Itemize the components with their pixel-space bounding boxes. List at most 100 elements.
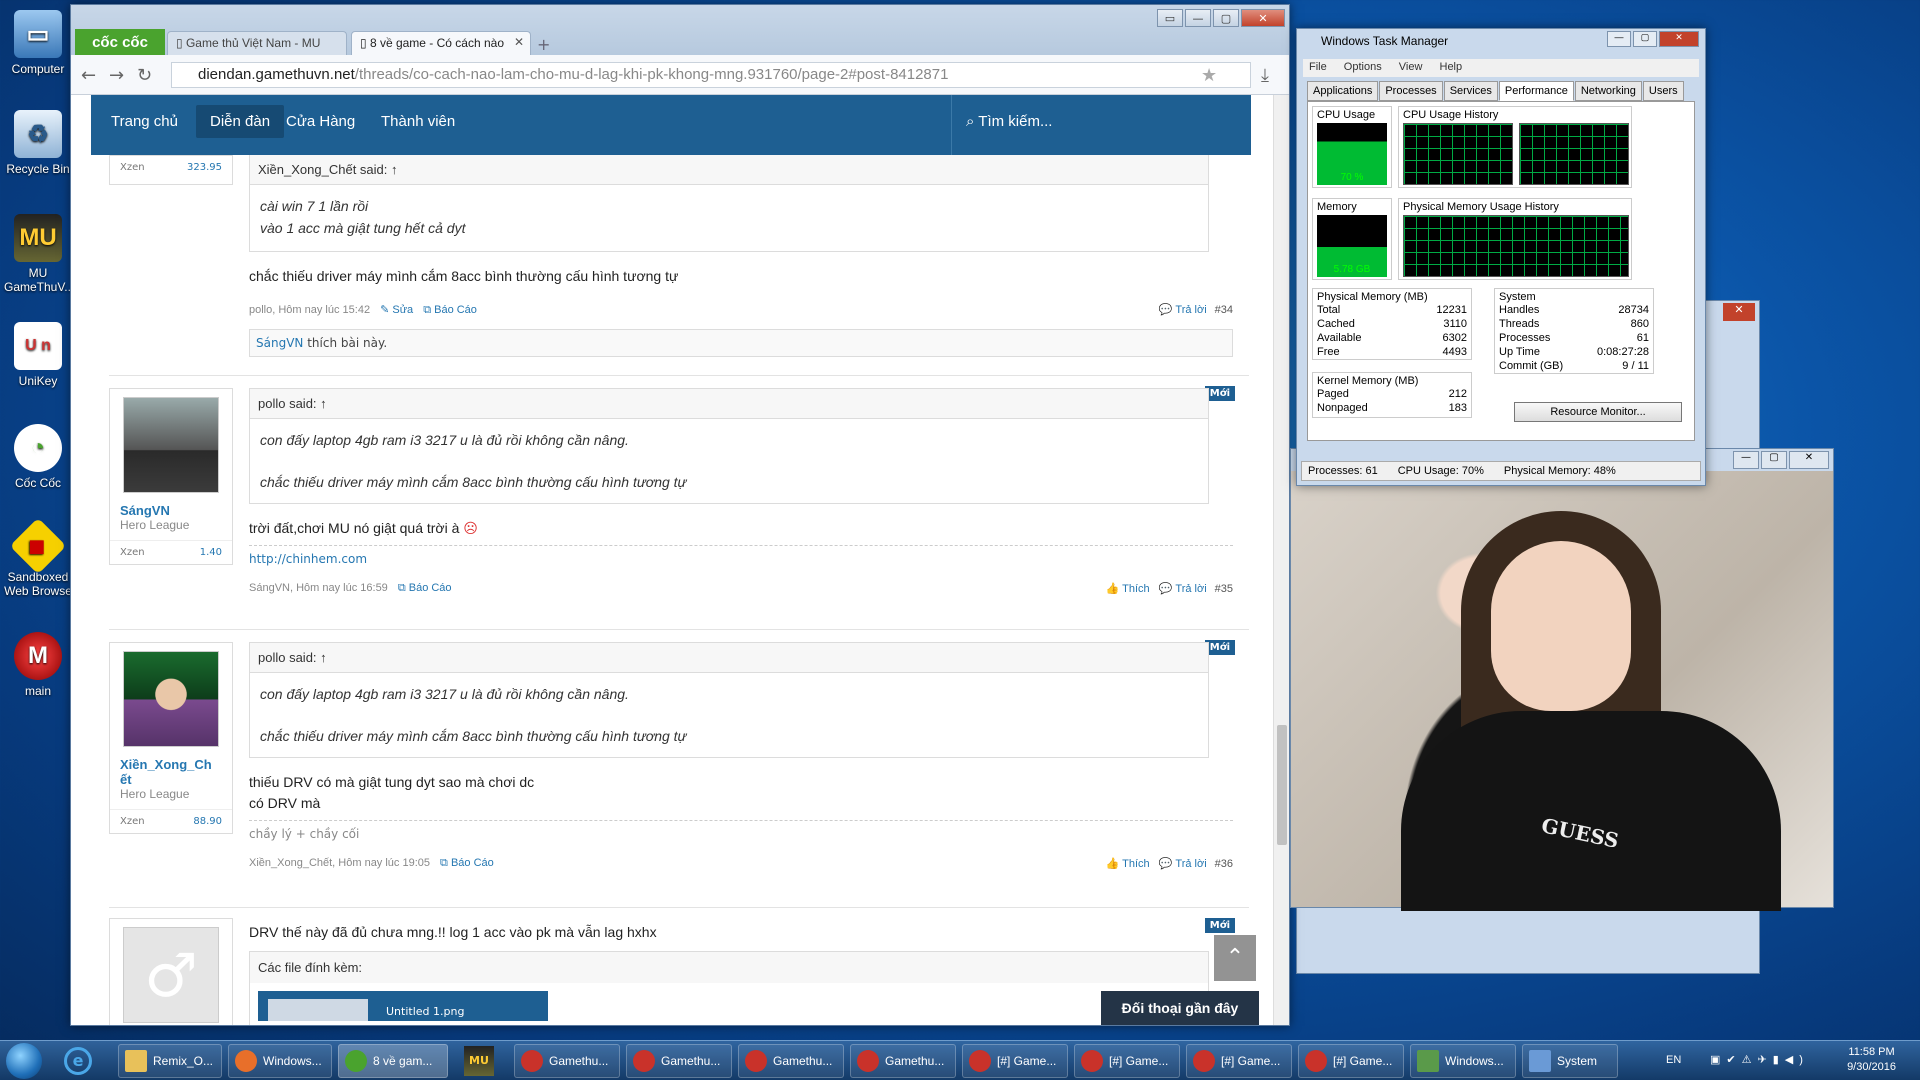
language-indicator[interactable]: EN	[1666, 1054, 1681, 1066]
scrollbar[interactable]	[1273, 95, 1289, 1025]
reply-link[interactable]: 💬 Trả lời	[1159, 583, 1207, 595]
taskbar-item-game-1[interactable]: Gamethu...	[514, 1044, 620, 1078]
report-link[interactable]: ⧉ Báo Cáo	[398, 582, 452, 594]
resource-monitor-button[interactable]: Resource Monitor...	[1514, 402, 1682, 422]
clock[interactable]: 11:58 PM 9/30/2016	[1847, 1045, 1896, 1075]
tab-close-icon[interactable]: ✕	[514, 35, 524, 49]
ie-icon[interactable]: e	[64, 1047, 92, 1075]
tab-performance[interactable]: Performance	[1498, 81, 1574, 101]
taskbar-item-game-2[interactable]: Gamethu...	[626, 1044, 732, 1078]
signature-link[interactable]: http://chinhem.com	[249, 545, 1233, 566]
taskbar-item-game-7[interactable]: [#] Game...	[1186, 1044, 1292, 1078]
taskbar-item-game-8[interactable]: [#] Game...	[1298, 1044, 1404, 1078]
forward-icon[interactable]: →	[109, 65, 124, 86]
desktop-icon-coccoc[interactable]: ◔ Cốc Cốc	[4, 424, 72, 490]
username[interactable]: Xiền_Xong_Ch ết	[110, 757, 232, 787]
like-link[interactable]: 👍 Thích	[1106, 858, 1150, 870]
desktop-icon-unikey[interactable]: U n UniKey	[4, 322, 72, 388]
reply-link[interactable]: 💬 Trả lời	[1159, 304, 1207, 316]
nav-home[interactable]: Trang chủ	[111, 113, 178, 130]
attachment-file[interactable]: Untitled 1.png	[258, 991, 548, 1021]
video-window: — ▢ ✕ GUESS	[1290, 448, 1834, 911]
quote-author[interactable]: pollo said: ↑	[250, 643, 1208, 673]
post-number[interactable]: #35	[1215, 583, 1233, 595]
like-user-link[interactable]: SángVN	[256, 336, 303, 350]
desktop-icon-main[interactable]: M main	[4, 632, 72, 698]
taskbar-item-media[interactable]: Windows...	[228, 1044, 332, 1078]
tab-users[interactable]: Users	[1642, 81, 1684, 101]
menu-file[interactable]: File	[1309, 61, 1327, 73]
tab-gamethu[interactable]: ▯ Game thủ Việt Nam - MU	[167, 31, 347, 55]
taskbar-item-task-manager[interactable]: Windows...	[1410, 1044, 1516, 1078]
url-input[interactable]: diendan.gamethuvn.net/threads/co-cach-na…	[171, 62, 1251, 88]
download-icon[interactable]: ⤓	[1261, 65, 1269, 86]
minimize-icon[interactable]: —	[1185, 9, 1211, 27]
minimize-icon[interactable]: —	[1607, 31, 1631, 47]
tab-applications[interactable]: Applications	[1307, 81, 1379, 101]
minimize-icon[interactable]: —	[1733, 451, 1759, 469]
cpu-history-graph-2	[1519, 123, 1629, 185]
desktop-icon-mu[interactable]: MU MU GameThuV...	[4, 214, 74, 294]
maximize-icon[interactable]: ▢	[1761, 451, 1787, 469]
star-icon[interactable]: ★	[1201, 65, 1217, 86]
desktop-icon-recycle-bin[interactable]: ♻ Recycle Bin	[4, 110, 72, 176]
like-link[interactable]: 👍 Thích	[1106, 583, 1150, 595]
quote-author[interactable]: pollo said: ↑	[250, 389, 1208, 419]
back-to-top-button[interactable]: ⌃	[1214, 935, 1256, 981]
nav-members[interactable]: Thành viên	[381, 113, 455, 130]
edit-link[interactable]: ✎ Sửa	[380, 304, 413, 316]
nav-forum[interactable]: Diễn đàn	[196, 105, 285, 138]
report-link[interactable]: ⧉ Báo Cáo	[423, 304, 477, 316]
taskbar-item-game-4[interactable]: Gamethu...	[850, 1044, 956, 1078]
menu-options[interactable]: Options	[1344, 61, 1382, 73]
avatar[interactable]	[123, 397, 219, 493]
nav-store[interactable]: Cửa Hàng	[286, 113, 355, 130]
tray-icons[interactable]: ▣✔⚠✈▮◀)	[1710, 1053, 1809, 1066]
taskbar-item-game-5[interactable]: [#] Game...	[962, 1044, 1068, 1078]
taskbar-item-game-6[interactable]: [#] Game...	[1074, 1044, 1180, 1078]
avatar[interactable]	[123, 651, 219, 747]
tab-processes[interactable]: Processes	[1379, 81, 1443, 101]
desktop-icon-sandboxed[interactable]: ◆ Sandboxed Web Browse	[4, 517, 72, 598]
menu-view[interactable]: View	[1399, 61, 1423, 73]
close-icon[interactable]: ✕	[1723, 303, 1755, 321]
desktop-icon-computer[interactable]: ▭ Computer	[4, 10, 72, 76]
default-avatar-icon[interactable]: ♂	[123, 927, 219, 1023]
post-number[interactable]: #36	[1215, 858, 1233, 870]
taskbar-item-system[interactable]: System	[1522, 1044, 1618, 1078]
pencil-icon: ✎	[380, 304, 393, 316]
username[interactable]: SángVN	[110, 503, 232, 518]
taskbar-item-browser[interactable]: 8 về gam...	[338, 1044, 448, 1078]
quote-author[interactable]: Xiền_Xong_Chết said: ↑	[250, 155, 1208, 185]
report-link[interactable]: ⧉ Báo Cáo	[440, 857, 494, 869]
mu-taskbar-icon[interactable]: MU	[464, 1046, 494, 1076]
search-box[interactable]: ⌕ Tìm kiếm...	[951, 95, 1251, 155]
cpu-usage-label: CPU Usage	[1317, 109, 1376, 121]
cpu-history-graph-1	[1403, 123, 1513, 185]
search-icon: ⌕	[966, 113, 979, 130]
start-button[interactable]	[6, 1043, 42, 1079]
reload-icon[interactable]: ↻	[137, 65, 152, 86]
user-icon[interactable]: ▭	[1157, 9, 1183, 27]
menu-help[interactable]: Help	[1440, 61, 1463, 73]
post-content: pollo said: ↑ con đấy laptop 4gb ram i3 …	[249, 388, 1249, 600]
recent-conversations-button[interactable]: Đối thoại gần đây	[1101, 991, 1259, 1025]
back-icon[interactable]: ←	[81, 65, 96, 86]
scrollbar-thumb[interactable]	[1277, 725, 1287, 845]
maximize-icon[interactable]: ▢	[1213, 9, 1239, 27]
tab-thread[interactable]: ▯ 8 về game - Có cách nào ✕	[351, 31, 531, 55]
reply-link[interactable]: 💬 Trả lời	[1159, 858, 1207, 870]
close-icon[interactable]: ✕	[1789, 451, 1829, 469]
taskbar-item-game-3[interactable]: Gamethu...	[738, 1044, 844, 1078]
user-xzen: Xzen 88.90	[110, 809, 232, 833]
new-tab-button[interactable]: +	[537, 35, 550, 54]
close-icon[interactable]: ✕	[1659, 31, 1699, 47]
browser-logo[interactable]: cốc cốc	[75, 29, 165, 55]
tab-networking[interactable]: Networking	[1574, 81, 1642, 101]
quote-line: con đấy laptop 4gb ram i3 3217 u là đủ r…	[260, 432, 629, 448]
taskbar-item-explorer[interactable]: Remix_O...	[118, 1044, 222, 1078]
post-number[interactable]: #34	[1215, 304, 1233, 316]
maximize-icon[interactable]: ▢	[1633, 31, 1657, 47]
tab-services[interactable]: Services	[1443, 81, 1498, 101]
close-icon[interactable]: ✕	[1241, 9, 1285, 27]
